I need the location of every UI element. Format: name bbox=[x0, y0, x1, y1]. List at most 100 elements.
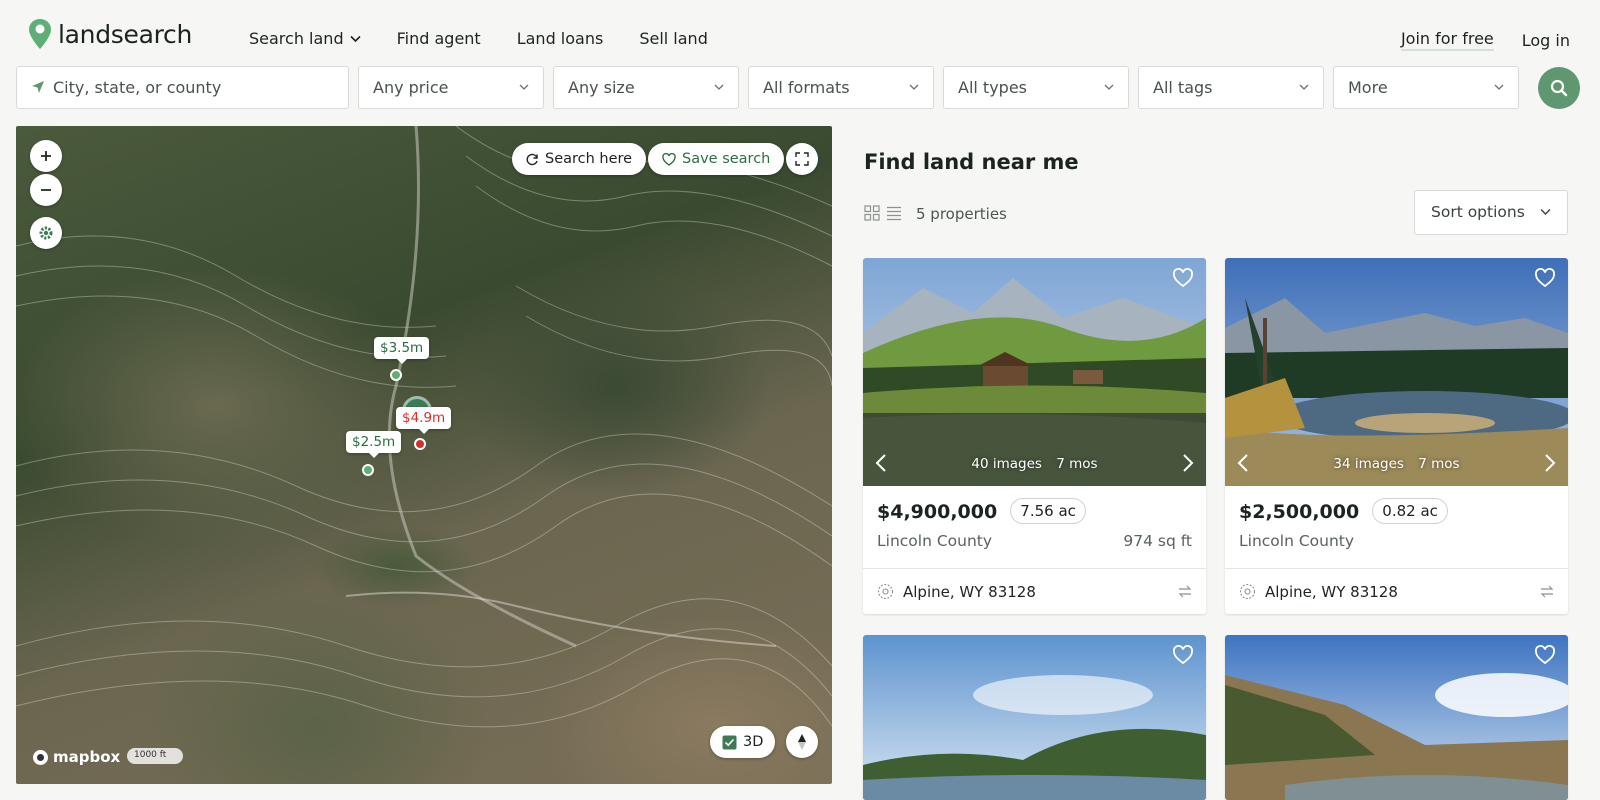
list-view-icon[interactable] bbox=[886, 205, 902, 221]
search-icon bbox=[1550, 79, 1568, 97]
heart-icon bbox=[662, 152, 676, 166]
listing-acres-badge: 0.82 ac bbox=[1372, 498, 1448, 524]
brand-name: landsearch bbox=[58, 19, 193, 49]
search-here-label: Search here bbox=[545, 151, 633, 167]
favorite-heart-icon[interactable] bbox=[1172, 268, 1194, 288]
image-count: 34 images bbox=[1333, 456, 1404, 472]
location-input[interactable]: City, state, or county bbox=[16, 66, 349, 109]
chevron-down-icon bbox=[1104, 84, 1114, 90]
listing-county: Lincoln County bbox=[1239, 532, 1355, 550]
listing-body: $4,900,000 7.56 ac Lincoln County 974 sq… bbox=[863, 486, 1206, 568]
search-button[interactable] bbox=[1538, 67, 1580, 109]
location-placeholder: City, state, or county bbox=[53, 78, 222, 97]
map-marker-dot[interactable] bbox=[362, 464, 374, 476]
listing-card[interactable]: 40 images 7 mos $4,900,000 7.56 ac Linco… bbox=[863, 258, 1206, 614]
map-scale: 1000 ft bbox=[127, 748, 183, 764]
property-count: 5 properties bbox=[916, 205, 1007, 223]
favorite-heart-icon[interactable] bbox=[1534, 268, 1556, 288]
chevron-down-icon bbox=[1299, 84, 1309, 90]
sort-select[interactable]: Sort options bbox=[1414, 190, 1568, 235]
fullscreen-button[interactable] bbox=[786, 143, 818, 175]
listing-card[interactable] bbox=[1225, 635, 1568, 800]
listing-footer: Alpine, WY 83128 bbox=[1225, 568, 1568, 614]
mapbox-attribution[interactable]: mapbox bbox=[32, 748, 120, 766]
size-select-label: Any size bbox=[568, 78, 635, 97]
mapbox-logo-icon bbox=[33, 749, 48, 765]
formats-select[interactable]: All formats bbox=[748, 66, 934, 109]
location-target-icon bbox=[877, 583, 894, 600]
header: landsearch Search land Find agent Land l… bbox=[0, 0, 1600, 64]
chevron-down-icon bbox=[714, 84, 724, 90]
location-target-icon bbox=[1239, 583, 1256, 600]
more-select[interactable]: More bbox=[1333, 66, 1519, 109]
filter-bar: City, state, or county Any price Any siz… bbox=[16, 66, 1519, 109]
size-select[interactable]: Any size bbox=[553, 66, 739, 109]
compare-arrows-icon[interactable] bbox=[1178, 585, 1192, 598]
listing-sqft: 974 sq ft bbox=[1123, 532, 1192, 550]
map-price-marker-4-9m[interactable]: $4.9m bbox=[396, 407, 452, 434]
grid-view-icon[interactable] bbox=[864, 205, 880, 221]
zoom-in-button[interactable] bbox=[30, 140, 62, 172]
price-select[interactable]: Any price bbox=[358, 66, 544, 109]
chevron-down-icon bbox=[350, 35, 361, 42]
tags-select[interactable]: All tags bbox=[1138, 66, 1324, 109]
photo-meta: 34 images 7 mos bbox=[1225, 456, 1568, 472]
map-price-marker-3-5m[interactable]: $3.5m bbox=[374, 337, 430, 364]
account-nav: Join for free Log in bbox=[1400, 29, 1570, 51]
map-marker-dot-selected[interactable] bbox=[414, 438, 426, 450]
map-pin-logo-icon bbox=[29, 19, 51, 49]
nav-sell-land[interactable]: Sell land bbox=[639, 29, 708, 48]
listing-age: 7 mos bbox=[1056, 456, 1098, 472]
listing-photo[interactable]: 34 images 7 mos bbox=[1225, 258, 1568, 486]
listing-card[interactable] bbox=[863, 635, 1206, 800]
listing-county: Lincoln County bbox=[877, 532, 993, 550]
listing-card[interactable]: 34 images 7 mos $2,500,000 0.82 ac Linco… bbox=[1225, 258, 1568, 614]
listing-location: Alpine, WY 83128 bbox=[903, 582, 1036, 601]
mapbox-label: mapbox bbox=[53, 748, 121, 766]
favorite-heart-icon[interactable] bbox=[1172, 645, 1194, 665]
zoom-out-button[interactable] bbox=[30, 174, 62, 206]
logo[interactable]: landsearch bbox=[28, 18, 192, 50]
terrain-map[interactable]: Search here Save search $3.5m $4.9m $2.5… bbox=[16, 126, 832, 784]
listing-price: $4,900,000 bbox=[877, 501, 998, 523]
nav-search-land[interactable]: Search land bbox=[249, 29, 361, 48]
listing-footer: Alpine, WY 83128 bbox=[863, 568, 1206, 614]
listing-photo-image bbox=[1225, 635, 1568, 800]
types-select[interactable]: All types bbox=[943, 66, 1129, 109]
chevron-down-icon bbox=[1540, 209, 1551, 215]
search-here-button[interactable]: Search here bbox=[512, 143, 647, 175]
listing-photo[interactable] bbox=[1225, 635, 1568, 800]
listing-photo[interactable]: 40 images 7 mos bbox=[863, 258, 1206, 486]
chevron-down-icon bbox=[519, 84, 529, 90]
plus-icon bbox=[41, 151, 51, 161]
compass-button[interactable] bbox=[786, 726, 818, 758]
view-toggle bbox=[864, 205, 902, 221]
expand-icon bbox=[795, 152, 809, 166]
map-marker-dot[interactable] bbox=[390, 369, 402, 381]
map-price-marker-2-5m[interactable]: $2.5m bbox=[346, 431, 402, 458]
nav-search-land-label: Search land bbox=[249, 29, 344, 48]
map-settings-button[interactable] bbox=[30, 217, 62, 249]
listing-photo-image bbox=[863, 258, 1206, 486]
3d-toggle[interactable]: 3D bbox=[710, 726, 776, 758]
nav-land-loans[interactable]: Land loans bbox=[517, 29, 604, 48]
chevron-down-icon bbox=[1494, 84, 1504, 90]
login-link[interactable]: Log in bbox=[1522, 29, 1570, 51]
chevron-down-icon bbox=[909, 84, 919, 90]
listing-body: $2,500,000 0.82 ac Lincoln County bbox=[1225, 486, 1568, 568]
refresh-icon bbox=[526, 153, 538, 165]
sort-label: Sort options bbox=[1431, 203, 1525, 221]
favorite-heart-icon[interactable] bbox=[1534, 645, 1556, 665]
listing-photo[interactable] bbox=[863, 635, 1206, 800]
listing-photo-image bbox=[1225, 258, 1568, 486]
compare-arrows-icon[interactable] bbox=[1540, 585, 1554, 598]
nav-find-agent[interactable]: Find agent bbox=[397, 29, 481, 48]
save-search-button[interactable]: Save search bbox=[648, 143, 785, 175]
join-link[interactable]: Join for free bbox=[1400, 29, 1494, 51]
save-search-label: Save search bbox=[682, 151, 771, 167]
formats-select-label: All formats bbox=[763, 78, 850, 97]
page-title: Find land near me bbox=[864, 150, 1079, 174]
more-select-label: More bbox=[1348, 78, 1388, 97]
tags-select-label: All tags bbox=[1153, 78, 1213, 97]
listing-price: $2,500,000 bbox=[1239, 501, 1360, 523]
